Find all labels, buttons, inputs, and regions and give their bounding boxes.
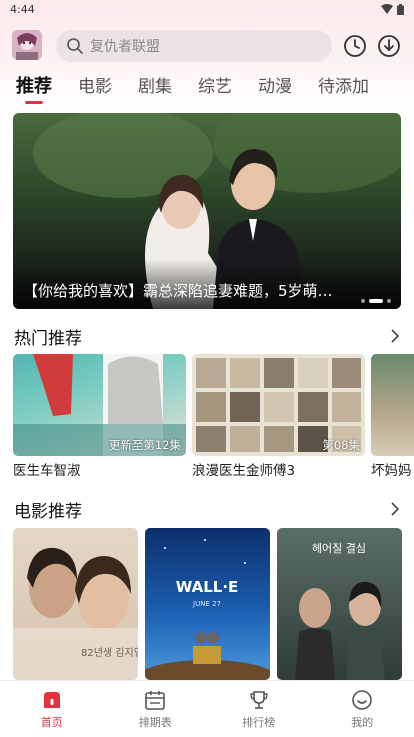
movie-poster-image: 헤어질 결심: [295, 542, 385, 680]
poster-text: 82년생 김지영: [81, 647, 138, 659]
hot-item-thumbnail: 更新至第12集: [13, 354, 186, 456]
hot-item-thumbnail: 第08集: [192, 354, 365, 456]
status-time: 4:44: [10, 2, 35, 16]
tab-series[interactable]: 剧集: [138, 72, 172, 106]
smile-icon: [352, 690, 373, 710]
episode-badge: 第08集: [322, 438, 360, 452]
hot-item-card[interactable]: 第08集 浪漫医生金师傅3: [192, 354, 365, 479]
carousel-dot: [361, 299, 365, 303]
battery-icon: [397, 3, 404, 15]
download-icon[interactable]: [377, 34, 401, 58]
hot-item-title: 浪漫医生金师傅3: [192, 463, 296, 479]
tab-to-add[interactable]: 待添加: [318, 72, 369, 106]
movie-poster-card[interactable]: WALL·E JUNE 27: [145, 528, 270, 680]
tab-variety[interactable]: 综艺: [198, 72, 232, 106]
nav-schedule[interactable]: 排期表: [104, 681, 208, 737]
status-icons: [381, 3, 404, 15]
search-placeholder: 复仇者联盟: [90, 39, 160, 55]
hot-item-title: 坏妈妈: [371, 463, 412, 479]
section-title: 热门推荐: [14, 328, 82, 349]
tab-recommend[interactable]: 推荐: [16, 72, 52, 106]
hot-section-header[interactable]: 热门推荐: [14, 324, 400, 349]
trophy-icon: [250, 691, 268, 709]
nav-home[interactable]: 首页: [0, 681, 104, 737]
search-input[interactable]: 复仇者联盟: [56, 30, 332, 62]
poster-title-text: WALL·E: [176, 578, 239, 596]
header-row: 复仇者联盟: [0, 30, 414, 62]
nav-label: 排行榜: [242, 716, 276, 729]
movie-poster-image: WALL·E JUNE 27: [145, 539, 270, 680]
chevron-right-icon[interactable]: [390, 502, 400, 516]
carousel-dot: [387, 299, 391, 303]
nav-profile[interactable]: 我的: [311, 681, 414, 737]
nav-ranking[interactable]: 排行榜: [207, 681, 311, 737]
movie-poster-card[interactable]: 82년생 김지영: [13, 528, 138, 680]
hot-item-thumbnail: [371, 354, 414, 456]
hot-item-card[interactable]: 更新至第12集 医生车智淑: [13, 354, 186, 479]
movie-poster-card[interactable]: 헤어질 결심: [277, 528, 402, 680]
bottom-navigation: 首页 排期表 排行榜 我的: [0, 680, 414, 737]
poster-title-text: 헤어질 결심: [312, 542, 366, 555]
poster-date-text: JUNE 27: [192, 600, 221, 608]
nav-label: 首页: [40, 716, 63, 729]
history-icon[interactable]: [343, 34, 367, 58]
hot-item-card[interactable]: 坏妈妈: [371, 354, 414, 479]
wifi-icon: [381, 4, 393, 14]
chevron-right-icon[interactable]: [390, 329, 400, 343]
tab-anime[interactable]: 动漫: [258, 72, 292, 106]
avatar[interactable]: [12, 30, 42, 60]
movie-section-header[interactable]: 电影推荐: [14, 497, 400, 522]
home-icon: [43, 692, 60, 708]
episode-badge: 更新至第12集: [108, 438, 181, 452]
carousel-indicator: [361, 299, 391, 303]
carousel-dot-active: [369, 299, 383, 303]
nav-label: 排期表: [138, 716, 172, 729]
banner-title: 【你给我的喜欢】霸总深陷追妻难题，5岁萌…: [23, 282, 333, 300]
banner-carousel[interactable]: 【你给我的喜欢】霸总深陷追妻难题，5岁萌…: [13, 113, 401, 309]
tab-movies[interactable]: 电影: [78, 72, 112, 106]
hot-item-title: 医生车智淑: [13, 463, 81, 479]
category-tabs: 推荐 电影 剧集 综艺 动漫 待添加: [16, 72, 395, 106]
section-title: 电影推荐: [14, 501, 82, 522]
calendar-icon: [145, 691, 166, 710]
nav-label: 我的: [351, 716, 374, 729]
status-bar: 4:44: [0, 0, 414, 18]
search-icon: [67, 38, 83, 54]
movie-poster-image: 82년생 김지영: [13, 547, 138, 680]
